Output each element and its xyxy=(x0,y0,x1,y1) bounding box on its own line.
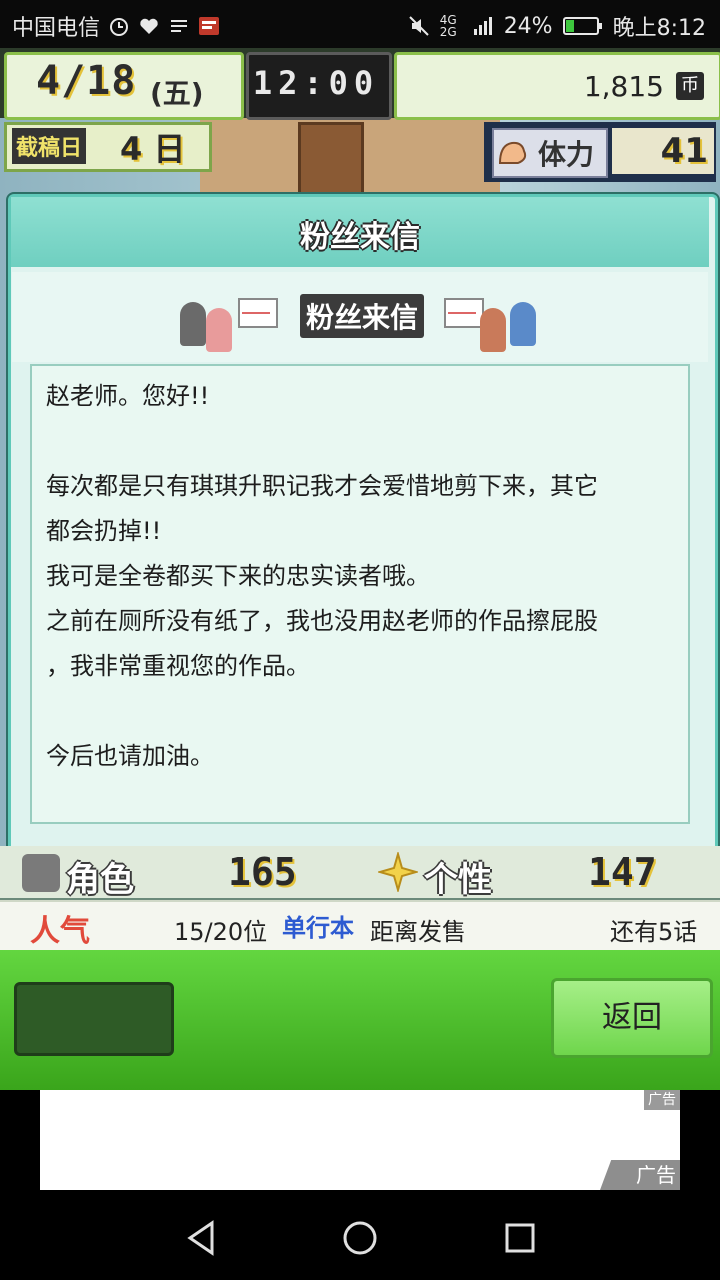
ad-tag: 广告 xyxy=(644,1090,680,1110)
news-app-icon xyxy=(199,17,220,35)
status-bar: 中国电信 4G 2G 24% 晚上8:12 xyxy=(0,0,720,48)
fan-icon xyxy=(510,302,536,346)
game-clock: 12:00 xyxy=(252,64,380,102)
popularity-label: 人气 xyxy=(30,914,90,949)
fan-icon xyxy=(180,302,206,346)
stamina-label: 体力 xyxy=(538,138,595,171)
letter-line: 我可是全卷都买下来的忠实读者哦。 xyxy=(46,562,430,590)
dialog-title: 粉丝来信 xyxy=(300,220,420,255)
personality-value: 147 xyxy=(588,850,657,894)
single-volume-tag: 单行本 xyxy=(282,914,354,942)
clock-label: 晚上8:12 xyxy=(612,16,706,41)
fan-icon xyxy=(480,308,506,352)
banner-title: 粉丝来信 xyxy=(300,294,424,338)
money-unit-icon: 币 xyxy=(676,72,704,100)
role-value: 165 xyxy=(228,850,297,894)
back-button[interactable]: 返回 xyxy=(551,978,713,1058)
recents-nav-icon[interactable] xyxy=(504,1222,536,1254)
battery-icon xyxy=(562,17,602,35)
deadline-value: 4 日 xyxy=(120,130,186,168)
battery-percent: 24% xyxy=(503,13,553,39)
carrier-label: 中国电信 xyxy=(12,16,101,41)
status-left: 中国电信 xyxy=(12,10,220,42)
role-label: 角色 xyxy=(66,860,134,900)
app-icon xyxy=(171,20,188,32)
ad-badge-label: 广告 xyxy=(636,1163,676,1187)
date-value: 4/18 xyxy=(36,58,137,104)
sparkle-icon xyxy=(378,852,418,892)
mute-icon xyxy=(408,16,429,36)
stamina-label-box: 体力 xyxy=(492,128,608,178)
letter-line: 之前在厕所没有纸了，我也没用赵老师的作品擦屁股 xyxy=(46,607,598,635)
signal-icon xyxy=(473,17,492,35)
alarm-icon xyxy=(110,18,129,36)
back-nav-icon[interactable] xyxy=(184,1220,218,1256)
envelope-icon xyxy=(238,298,278,328)
letter-line: 都会扔掉!! xyxy=(46,517,162,545)
heartrate-icon xyxy=(140,18,158,34)
letter-line: 今后也请加油。 xyxy=(46,742,214,770)
money-box xyxy=(394,52,720,120)
muscle-icon xyxy=(498,141,527,164)
fan-icon xyxy=(206,308,232,352)
ad-banner[interactable] xyxy=(40,1090,680,1190)
letter-line: ，我非常重视您的作品。 xyxy=(46,652,310,680)
deadline-label: 截稿日 xyxy=(12,128,87,164)
letter-line: 每次都是只有琪琪升职记我才会爱惜地剪下来，其它 xyxy=(46,472,598,500)
stamina-value: 41 xyxy=(612,128,714,174)
status-right: 4G 2G 24% 晚上8:12 xyxy=(408,10,706,42)
popularity-rank: 15/20位 xyxy=(174,918,268,946)
ad-badge[interactable]: 广告 xyxy=(600,1160,680,1190)
personality-label: 个性 xyxy=(424,860,492,900)
release-distance-label: 距离发售 xyxy=(370,918,466,946)
home-nav-icon[interactable] xyxy=(342,1220,378,1256)
network-label: 4G 2G xyxy=(439,13,457,39)
envelope-icon xyxy=(444,298,484,328)
letter-line: 赵老师。您好!! xyxy=(46,382,210,410)
money-value: 1,815 xyxy=(583,70,664,103)
weekday-label: (五) xyxy=(150,77,204,110)
remaining-chapters: 还有5话 xyxy=(610,918,698,946)
speech-bubble-icon xyxy=(22,854,60,892)
disabled-button xyxy=(14,982,174,1056)
